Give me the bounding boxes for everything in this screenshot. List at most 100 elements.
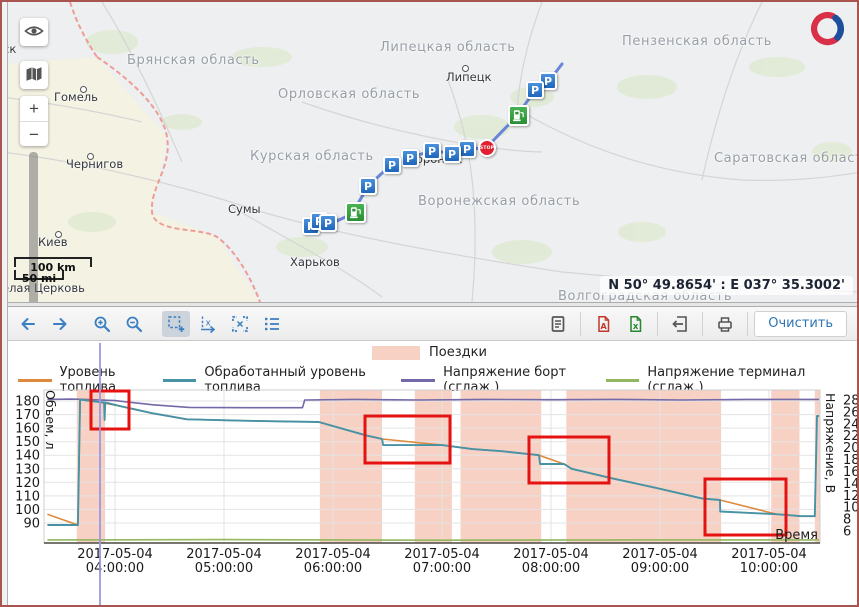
nav-back-icon	[18, 314, 38, 334]
region-label: Пензенская область	[622, 34, 772, 49]
city-label: Гомель	[54, 90, 98, 104]
nav-forward-icon	[50, 314, 70, 334]
legend-swatch	[163, 379, 197, 382]
city-dot	[462, 65, 469, 72]
nav-forward-button[interactable]	[46, 311, 74, 337]
parking-marker[interactable]: P	[383, 156, 401, 174]
fit-x-axis-button[interactable]: x	[194, 311, 222, 337]
export-excel-button[interactable]: x	[621, 311, 649, 337]
visibility-button[interactable]	[20, 18, 48, 46]
x-tick: 2017-05-0407:00:00	[404, 547, 480, 576]
x-tick: 2017-05-0404:00:00	[77, 547, 153, 576]
y-left-axis-title: Объем, л	[43, 390, 58, 449]
zoom-in-icon	[92, 314, 112, 334]
nav-back-button[interactable]	[14, 311, 42, 337]
fit-all-icon	[230, 314, 250, 334]
city-dot	[80, 86, 87, 93]
export-file-icon	[670, 314, 690, 334]
chart-panel: Поездки Уровень топлива Обработанный уро…	[2, 341, 857, 607]
zoom-out-icon	[124, 314, 144, 334]
clear-button[interactable]: Очистить	[754, 311, 847, 337]
fuel-marker[interactable]	[345, 202, 366, 223]
chart-plot[interactable]: 1801701601501401301201101009028262422201…	[2, 387, 857, 607]
parking-marker[interactable]: P	[319, 214, 337, 232]
x-tick: 2017-05-0409:00:00	[622, 547, 698, 576]
region-label: Брянская область	[127, 53, 260, 68]
map-zoom-out-button[interactable]: −	[20, 121, 48, 146]
region-label: Курская область	[250, 149, 374, 164]
legend-swatch	[18, 379, 52, 382]
x-tick: 2017-05-0405:00:00	[186, 547, 262, 576]
print-icon	[715, 314, 735, 334]
map-scale: 100 km 50 mi	[14, 257, 92, 280]
trip-band	[566, 390, 721, 543]
chart-cursor-line[interactable]	[99, 343, 101, 605]
map-layers-button[interactable]	[20, 61, 48, 89]
print-button[interactable]	[711, 311, 739, 337]
map-zoom-in-button[interactable]: +	[20, 96, 48, 121]
export-pdf-button[interactable]: A	[589, 311, 617, 337]
trip-band	[320, 390, 382, 543]
report-button[interactable]	[544, 311, 572, 337]
city-label: Харьков	[290, 255, 340, 269]
city-label: Киев	[38, 235, 68, 249]
zoom-in-button[interactable]	[88, 311, 116, 337]
cursor-coordinates: N 50° 49.8654' : E 037° 35.3002'	[600, 276, 853, 295]
fit-all-button[interactable]	[226, 311, 254, 337]
parking-marker[interactable]: P	[401, 149, 419, 167]
parking-marker[interactable]: P	[423, 142, 441, 160]
left-panel-strip[interactable]	[2, 2, 8, 605]
series-voltage_terminal	[47, 540, 819, 541]
svg-text:A: A	[601, 321, 608, 330]
app-window: Брянская область Липецкая область Пензенск…	[0, 0, 859, 607]
zoom-box-select-button[interactable]	[162, 311, 190, 337]
region-label: Орловская область	[278, 87, 420, 102]
city-label: Липецк	[446, 70, 492, 84]
legend-list-icon	[262, 314, 282, 334]
svg-text:x: x	[206, 318, 212, 328]
x-tick: 2017-05-0410:00:00	[731, 547, 807, 576]
brand-logo-icon	[807, 8, 849, 54]
export-file-button[interactable]	[666, 311, 694, 337]
x-tick: 2017-05-0406:00:00	[295, 547, 371, 576]
region-label: Липецкая область	[380, 40, 516, 55]
x-axis-title: Время	[775, 528, 818, 543]
fuel-pump-icon	[512, 109, 525, 122]
region-label: Воронежская область	[418, 194, 580, 209]
zoom-out-button[interactable]	[120, 311, 148, 337]
legend-swatch	[401, 379, 435, 382]
city-dot	[87, 153, 94, 160]
map-zoom-control: + −	[20, 96, 48, 146]
parking-marker[interactable]: P	[359, 177, 377, 195]
trips-swatch	[372, 346, 420, 360]
parking-marker[interactable]: P	[526, 81, 544, 99]
trips-label: Поездки	[429, 345, 487, 360]
report-icon	[548, 314, 568, 334]
fuel-marker[interactable]	[508, 105, 529, 126]
x-tick: 2017-05-0408:00:00	[513, 547, 589, 576]
legend-trips: Поездки	[2, 345, 857, 360]
legend-list-button[interactable]	[258, 311, 286, 337]
eye-icon	[23, 20, 45, 45]
export-excel-icon: x	[625, 314, 645, 334]
legend-swatch	[606, 379, 640, 382]
trip-band	[415, 390, 452, 543]
region-label: Саратовская область	[714, 151, 857, 166]
scale-km: 100 km	[14, 257, 92, 267]
y-right-axis-title: Напряжение, В	[823, 393, 838, 493]
zoom-box-select-icon	[166, 314, 186, 334]
map-icon	[23, 63, 45, 88]
y-left-tick: 90	[23, 517, 40, 532]
map-canvas[interactable]: Брянская область Липецкая область Пензенск…	[2, 2, 857, 302]
parking-marker[interactable]: P	[443, 145, 461, 163]
fit-x-axis-icon: x	[198, 314, 218, 334]
city-dot	[55, 231, 62, 238]
stop-marker[interactable]: STOP	[478, 139, 496, 157]
fuel-pump-icon	[349, 206, 362, 219]
svg-text:x: x	[633, 321, 639, 331]
city-label: Чернигов	[66, 157, 123, 171]
city-label: Сумы	[228, 202, 261, 216]
y-right-tick: 6	[843, 525, 851, 540]
export-pdf-icon: A	[593, 314, 613, 334]
chart-toolbar: x Ax Очистить	[2, 307, 857, 341]
